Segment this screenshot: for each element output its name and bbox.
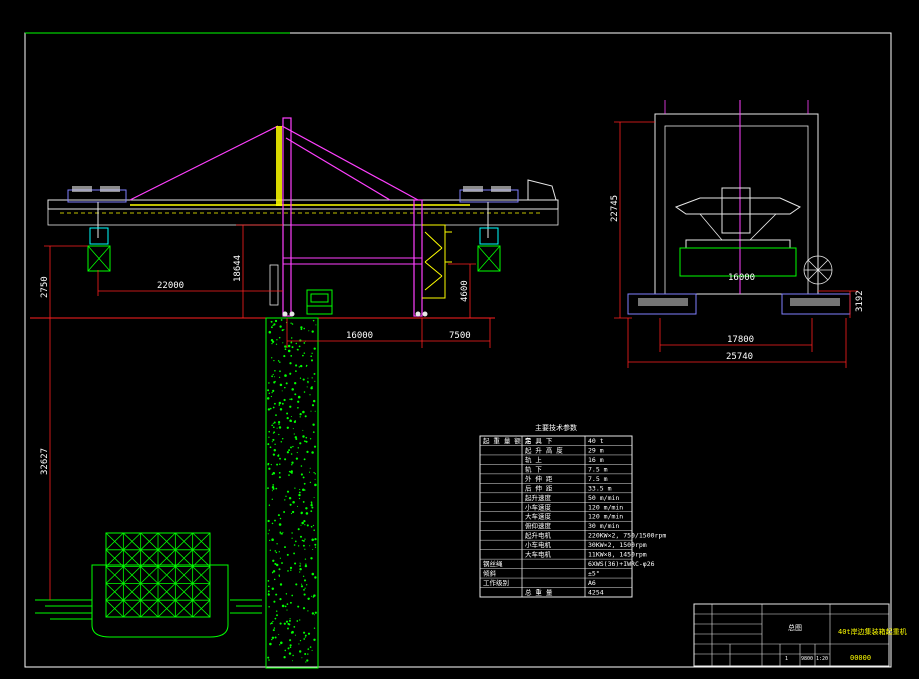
spec-cell-c3: ±5° bbox=[588, 570, 600, 578]
drawing-name: 40t岸边集装箱起重机 bbox=[838, 627, 907, 636]
dim-end-base-height: 3192 bbox=[855, 290, 865, 312]
spec-cell-c2: 轨 下 bbox=[525, 464, 542, 473]
spec-cell-c3: 40 t bbox=[588, 437, 604, 445]
spec-cell-c3: 29 m bbox=[588, 446, 604, 454]
spec-cell-c2: 轨 上 bbox=[525, 455, 542, 464]
spec-cell-c2: 大车速度 bbox=[525, 512, 552, 521]
spec-cell-c3: 50 m/min bbox=[588, 494, 619, 502]
title-code: 9800 bbox=[801, 656, 813, 662]
spec-cell-c1: 钢丝绳 bbox=[483, 559, 503, 568]
spec-cell-c3: 4254 bbox=[588, 589, 604, 597]
dim-backreach-height: 4600 bbox=[460, 280, 470, 302]
dim-end-height: 22745 bbox=[610, 195, 620, 222]
spec-cell-c2: 吊 具 下 bbox=[525, 437, 553, 445]
spec-cell-c2: 俯仰速度 bbox=[525, 521, 552, 530]
dim-backreach: 7500 bbox=[449, 331, 471, 341]
dim-lift-height: 18644 bbox=[233, 255, 243, 282]
dim-below-rail: 32627 bbox=[40, 448, 50, 475]
spec-cell-c3: 120 m/min bbox=[588, 503, 623, 511]
spec-cell-c3: 6XWS(36)+IWRC-φ26 bbox=[588, 560, 655, 568]
dim-left-height: 2750 bbox=[40, 276, 50, 298]
spec-cell-c3: 220KW×2, 750/1500rpm bbox=[588, 532, 666, 540]
spec-cell-c2: 外 伸 距 bbox=[525, 474, 553, 483]
spec-cell-c1: 倾斜 bbox=[483, 569, 497, 578]
spec-table-title: 主要技术参数 bbox=[535, 423, 577, 432]
spec-cell-c2: 起升电机 bbox=[525, 531, 552, 540]
spec-cell-c2: 起升速度 bbox=[525, 493, 552, 502]
drawing-number: 00000 bbox=[850, 654, 871, 662]
spec-cell-c2: 大车电机 bbox=[525, 550, 552, 559]
spec-cell-c3: 30KW×2, 1500rpm bbox=[588, 541, 647, 549]
spec-cell-c3: A6 bbox=[588, 579, 596, 587]
spec-cell-c3: 16 m bbox=[588, 456, 604, 464]
spec-cell-c3: 30 m/min bbox=[588, 522, 619, 530]
spec-cell-c3: 11KW×8, 1450rpm bbox=[588, 551, 647, 559]
dim-outreach: 22000 bbox=[157, 281, 184, 291]
spec-cell-c2: 后 伸 距 bbox=[525, 483, 553, 492]
spec-cell-c2: 总 重 量 bbox=[525, 588, 553, 597]
dim-end-overall-width: 25740 bbox=[726, 352, 753, 362]
spec-cell-c2: 小车速度 bbox=[525, 502, 552, 511]
spec-cell-c2: 小车电机 bbox=[525, 540, 552, 549]
title-mid-label: 总图 bbox=[788, 623, 802, 632]
title-count: 1 bbox=[785, 656, 788, 662]
title-scale: 1:20 bbox=[816, 656, 828, 662]
dim-end-inner-height: 16000 bbox=[728, 273, 755, 283]
spec-cell-c3: 33.5 m bbox=[588, 484, 612, 492]
dim-gauge: 16000 bbox=[346, 331, 373, 341]
spec-cell-c3: 7.5 m bbox=[588, 465, 608, 473]
spec-cell-c3: 120 m/min bbox=[588, 513, 623, 521]
spec-cell-c2: 起 升 高 度 bbox=[525, 445, 563, 454]
cable-reel bbox=[803, 255, 833, 285]
spec-cell-c1: 工作级别 bbox=[483, 578, 509, 587]
spec-cell-c3: 7.5 m bbox=[588, 475, 608, 483]
cad-drawing: 2750 32627 22000 18644 4600 16000 7500 2… bbox=[0, 0, 919, 679]
dim-end-inner-width: 17800 bbox=[727, 335, 754, 345]
